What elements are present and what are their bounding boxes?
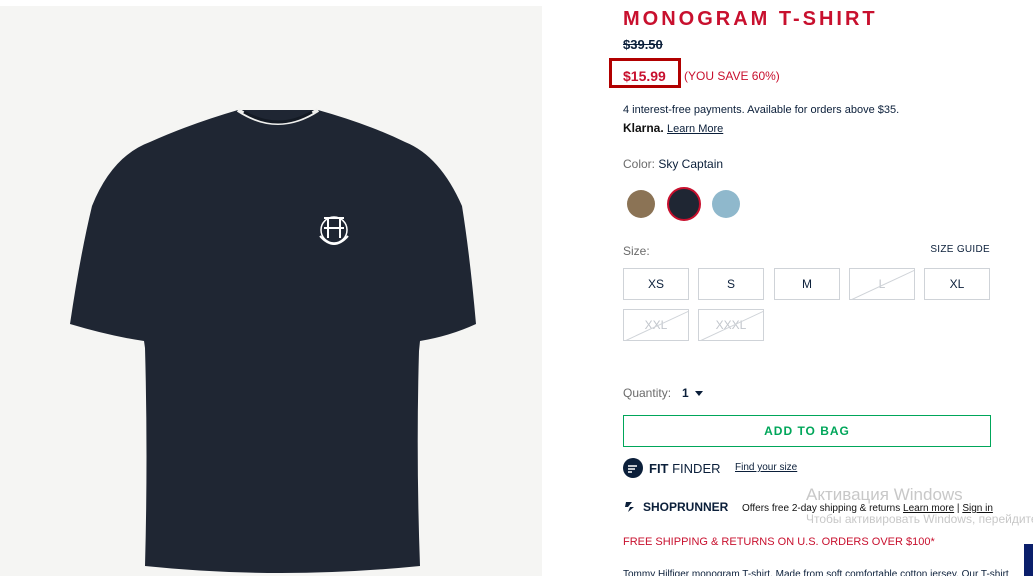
product-description: Tommy Hilfiger monogram T-shirt. Made fr…	[623, 569, 1009, 576]
fit-finder-icon	[623, 458, 643, 478]
size-xxl-button[interactable]: XXL	[623, 309, 689, 341]
size-s-button[interactable]: S	[698, 268, 764, 300]
shoprunner-icon	[625, 502, 634, 512]
savings-text: (YOU SAVE 60%)	[684, 69, 780, 83]
size-m-button[interactable]: M	[774, 268, 840, 300]
product-title: MONOGRAM T-SHIRT	[623, 8, 878, 30]
klarna-logo: Klarna.	[623, 121, 664, 135]
original-price: $39.50	[623, 37, 663, 52]
shoprunner-label: SHOPRUNNER	[643, 500, 729, 514]
corner-tab[interactable]	[1024, 544, 1033, 576]
size-xl-button[interactable]: XL	[924, 268, 990, 300]
color-label: Color: Sky Captain	[623, 157, 724, 171]
find-your-size-link[interactable]: Find your size	[735, 462, 797, 473]
size-xs-button[interactable]: XS	[623, 268, 689, 300]
swatch-khaki[interactable]	[627, 190, 655, 218]
size-xxxl-button[interactable]: XXXL	[698, 309, 764, 341]
size-label: Size:	[623, 244, 650, 258]
size-l-button[interactable]: L	[849, 268, 915, 300]
sale-price: $15.99	[623, 68, 666, 84]
free-shipping-text: FREE SHIPPING & RETURNS ON U.S. ORDERS O…	[623, 536, 935, 548]
installments-text: 4 interest-free payments. Available for …	[623, 104, 900, 116]
swatch-sky-captain[interactable]	[667, 187, 701, 221]
quantity-label: Quantity:	[623, 386, 672, 400]
quantity-select[interactable]: 1	[682, 386, 689, 400]
klarna-learn-more-link[interactable]: Learn More	[667, 123, 723, 135]
windows-activation-title: Активация Windows	[806, 485, 963, 504]
windows-activation-subtitle: Чтобы активировать Windows, перейдите в …	[806, 512, 1033, 526]
color-value: Sky Captain	[658, 157, 724, 171]
product-image[interactable]	[0, 6, 542, 576]
tshirt-image	[70, 108, 476, 573]
swatch-light-blue[interactable]	[712, 190, 740, 218]
fit-finder-label: FIT FINDER	[649, 461, 721, 476]
chevron-down-icon[interactable]	[695, 391, 703, 396]
size-guide-link[interactable]: SIZE GUIDE	[930, 244, 990, 255]
add-to-bag-button[interactable]: ADD TO BAG	[623, 415, 991, 447]
